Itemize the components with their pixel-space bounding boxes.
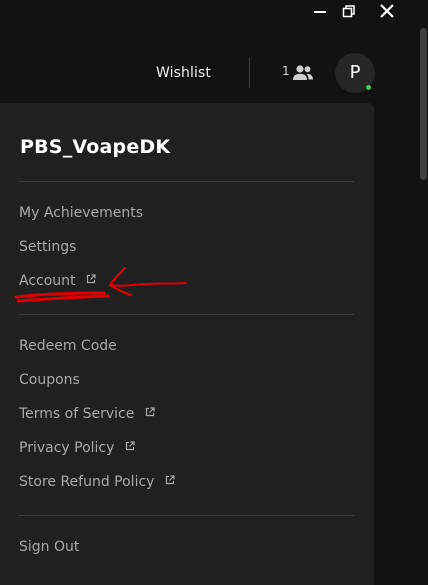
menu-item-label: Sign Out [19,539,80,555]
topbar-divider [249,58,250,88]
menu-item-label: Store Refund Policy [19,474,155,490]
external-link-icon [145,402,155,424]
menu-item-redeem-code[interactable]: Redeem Code [19,335,117,357]
friends-icon [291,63,315,87]
menu-item-terms-of-service[interactable]: Terms of Service [19,403,155,425]
wishlist-link[interactable]: Wishlist [156,62,211,84]
menu-item-label: Settings [19,239,77,255]
account-menu: PBS_VoapeDK My Achievements Settings Acc… [0,103,374,585]
menu-divider [19,314,354,315]
restore-icon[interactable] [338,2,360,22]
menu-item-coupons[interactable]: Coupons [19,369,80,391]
menu-item-privacy-policy[interactable]: Privacy Policy [19,437,135,459]
menu-item-label: My Achievements [19,205,144,221]
menu-item-label: Coupons [19,372,80,388]
window-controls [308,0,428,24]
close-icon[interactable] [376,2,398,22]
friends-count: 1 [282,64,290,78]
menu-item-label: Privacy Policy [19,440,115,456]
external-link-icon [86,269,96,291]
menu-item-settings[interactable]: Settings [19,236,76,258]
menu-item-label: Terms of Service [19,406,135,422]
minimize-icon[interactable] [309,2,331,22]
menu-item-my-achievements[interactable]: My Achievements [19,202,143,224]
friends-button[interactable]: 1 [279,60,319,86]
scrollbar-thumb[interactable] [420,28,427,180]
menu-item-sign-out[interactable]: Sign Out [19,536,79,558]
menu-divider [19,181,354,182]
menu-item-label: Account [19,273,76,289]
online-status-dot [366,85,371,90]
menu-divider [19,515,354,516]
external-link-icon [125,436,135,458]
menu-item-account[interactable]: Account [19,270,96,292]
menu-item-store-refund-policy[interactable]: Store Refund Policy [19,471,175,493]
avatar[interactable]: P [335,53,375,93]
menu-item-label: Redeem Code [19,338,117,354]
username: PBS_VoapeDK [20,136,171,158]
external-link-icon [165,470,175,492]
